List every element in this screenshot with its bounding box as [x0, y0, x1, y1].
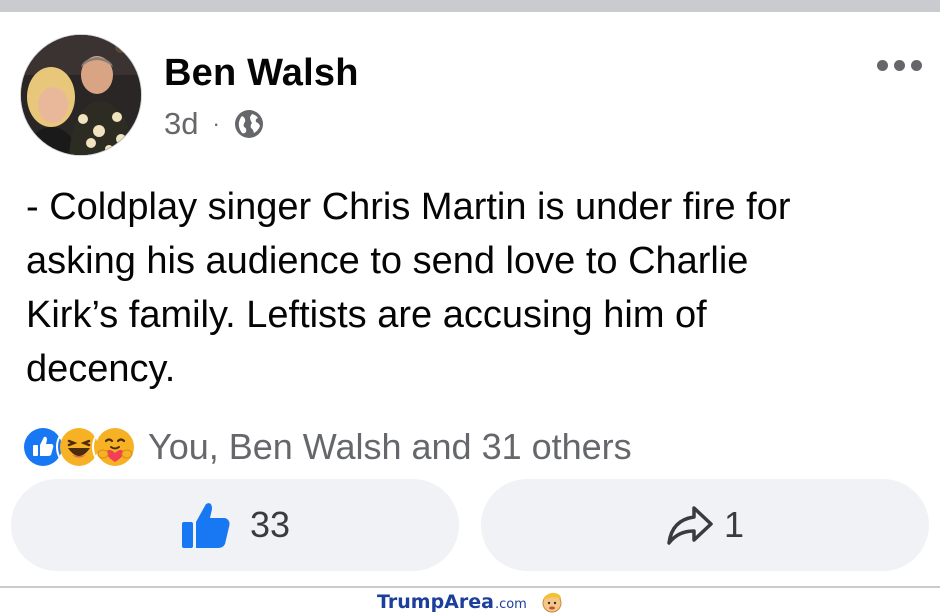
more-dot [877, 60, 888, 71]
post-text: - Coldplay singer Chris Martin is under … [26, 186, 791, 390]
more-dot [911, 60, 922, 71]
share-count: 1 [723, 504, 745, 545]
reactions-summary[interactable]: You, Ben Walsh and 31 others [20, 424, 632, 470]
more-options-icon[interactable] [877, 60, 922, 71]
post-time[interactable]: 3d [164, 106, 198, 142]
globe-icon[interactable] [234, 109, 264, 139]
avatar-photo [21, 35, 141, 155]
reaction-icons [20, 424, 138, 470]
trump-face-icon [542, 592, 562, 613]
reactions-text[interactable]: You, Ben Walsh and 31 others [148, 426, 632, 468]
care-reaction-icon [92, 424, 138, 470]
watermark: TrumpArea .com [377, 591, 563, 613]
share-arrow-icon [667, 506, 713, 545]
thumbs-up-icon [181, 503, 230, 548]
avatar[interactable] [20, 34, 142, 156]
watermark-brand: TrumpArea [377, 591, 494, 613]
like-button[interactable]: 33 [11, 479, 459, 571]
post-meta: 3d · [164, 104, 264, 144]
like-count: 33 [249, 504, 291, 545]
watermark-tld: .com [494, 596, 527, 612]
more-dot [894, 60, 905, 71]
post-card: Ben Walsh 3d · - Coldplay singer Chris M… [0, 12, 940, 586]
top-border [0, 0, 940, 12]
share-button[interactable]: 1 [481, 479, 929, 571]
meta-separator: · [212, 111, 220, 136]
author-name[interactable]: Ben Walsh [164, 52, 359, 95]
